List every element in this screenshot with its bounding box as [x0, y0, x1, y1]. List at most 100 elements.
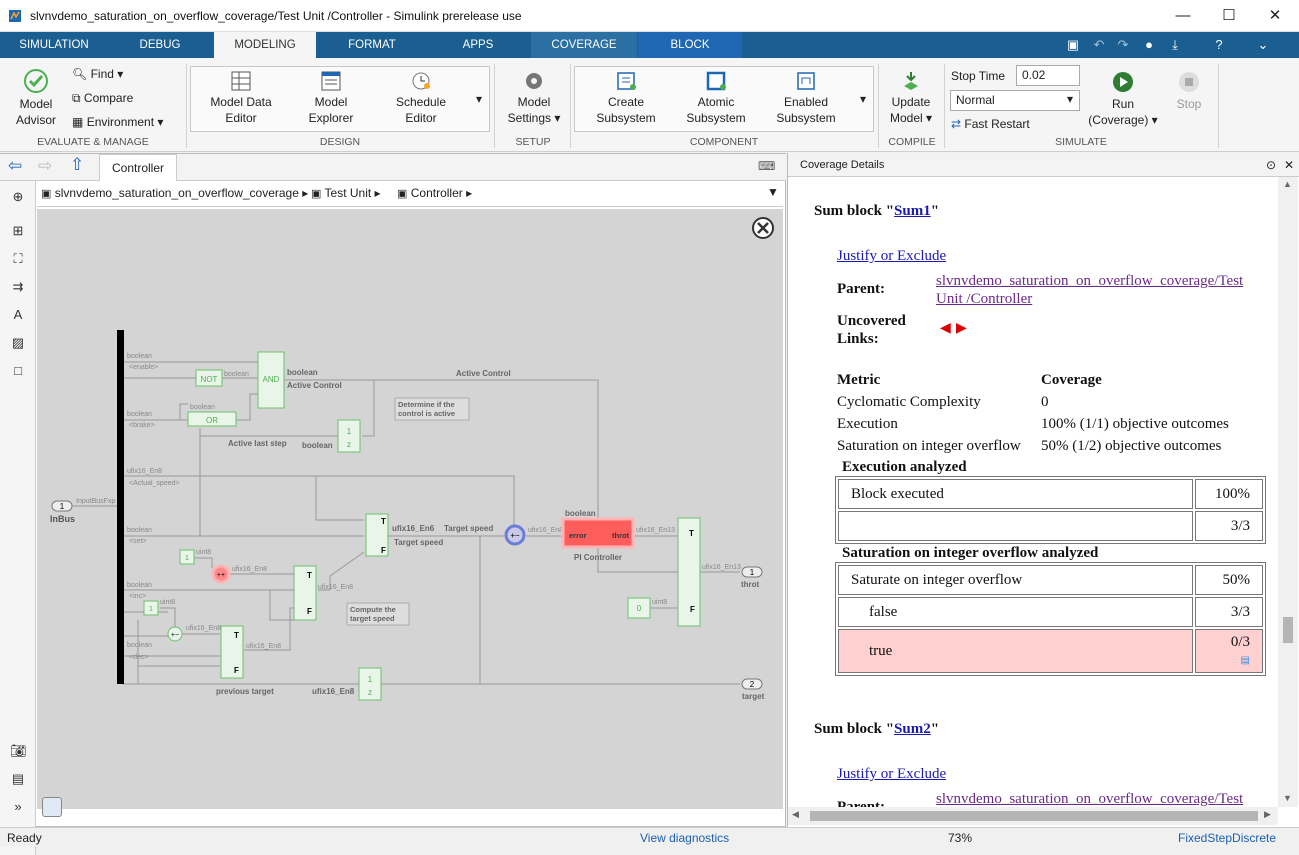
model-explorer-button[interactable]: Model Explorer [296, 70, 366, 126]
stop-time-label: Stop Time [951, 69, 1006, 83]
property-inspector-icon[interactable]: ▤ [10, 771, 26, 787]
help-dropdown-icon[interactable]: ⤓ [1164, 32, 1186, 58]
tab-debug[interactable]: DEBUG [112, 32, 208, 58]
parent-link[interactable]: slvnvdemo_saturation_on_overflow_coverag… [936, 790, 1271, 807]
tab-format[interactable]: FORMAT [322, 32, 422, 58]
scroll-down-icon[interactable]: ▼ [1283, 793, 1292, 803]
table-cell: 0/3 ▤ [1195, 629, 1263, 673]
image-icon[interactable]: ▨ [10, 335, 26, 351]
heading-text: Sum block " [814, 203, 895, 219]
breadcrumb-item-model[interactable]: ▣ slvnvdemo_saturation_on_overflow_cover… [41, 186, 308, 200]
signal-label: boolean [127, 353, 152, 360]
model-data-editor-button[interactable]: Model Data Editor [204, 70, 278, 126]
group-label-design: DESIGN [319, 136, 361, 148]
tab-apps[interactable]: APPS [428, 32, 528, 58]
justify-exclude-link[interactable]: Justify or Exclude [837, 248, 946, 265]
scrollbar-thumb[interactable] [1283, 617, 1293, 643]
back-arrow-icon[interactable]: ⇦ [8, 156, 22, 176]
area-icon[interactable]: □ [10, 363, 26, 379]
switch-dec[interactable] [220, 625, 244, 679]
enabled-subsystem-button[interactable]: Enabled Subsystem [770, 70, 842, 126]
uncovered-detail-icon[interactable]: ▤ [1241, 655, 1250, 666]
screenshot-icon[interactable]: 📷︎ [10, 743, 27, 759]
schedule-editor-button[interactable]: Schedule Editor [384, 70, 458, 126]
magnifier-icon: 🔍︎ [72, 67, 88, 81]
atomic-subsystem-button[interactable]: Atomic Subsystem [680, 70, 752, 126]
tab-coverage[interactable]: COVERAGE [531, 32, 637, 58]
view-diagnostics-link[interactable]: View diagnostics [640, 828, 729, 848]
save-icon[interactable]: ▣ [1062, 32, 1084, 58]
switch-inc[interactable] [293, 565, 317, 621]
minimize-button[interactable]: — [1160, 0, 1206, 32]
horizontal-scrollbar[interactable]: ◀ ▶ [788, 807, 1278, 825]
vertical-scrollbar[interactable]: ▲ ▼ [1278, 177, 1298, 807]
simulation-mode-select[interactable]: Normal ▾ [950, 90, 1080, 111]
block-link[interactable]: Sum2 [894, 721, 931, 737]
bus-selector[interactable] [117, 330, 124, 684]
breadcrumb-dropdown-icon[interactable]: ▼ [767, 185, 779, 199]
create-subsystem-button[interactable]: Create Subsystem [590, 70, 662, 126]
annotation-icon[interactable]: A [10, 307, 26, 323]
run-button[interactable]: Run (Coverage) ▾ [1084, 70, 1162, 128]
redo-icon[interactable]: ↷ [1112, 32, 1134, 58]
signal-label: ufix16_En13 [702, 564, 741, 571]
record-icon[interactable]: ● [1138, 32, 1160, 58]
create-subsystem-label: Create Subsystem [596, 95, 656, 125]
table-cell: Block executed [838, 479, 1193, 509]
forward-arrow-icon[interactable]: ⇨ [38, 156, 52, 176]
model-browser-icon[interactable] [42, 797, 62, 817]
tab-controller[interactable]: Controller [99, 154, 178, 181]
scroll-left-icon[interactable]: ◀ [792, 809, 799, 820]
scroll-right-icon[interactable]: ▶ [1264, 809, 1271, 820]
keyboard-icon[interactable]: ⌨ [758, 159, 775, 173]
find-button[interactable]: 🔍︎ Find ▾ [72, 67, 123, 81]
breadcrumb-item-controller[interactable]: ▣ Controller ▸ [397, 186, 472, 200]
block-name: Target speed [394, 538, 443, 547]
design-more-icon[interactable]: ▾ [476, 92, 482, 106]
panel-menu-icon[interactable]: ⊙ [1266, 153, 1276, 177]
undo-icon[interactable]: ↶ [1088, 32, 1110, 58]
maximize-button[interactable]: ☐ [1206, 0, 1252, 32]
panel-close-icon[interactable]: ✕ [1284, 153, 1294, 177]
signal-label: boolean [190, 404, 215, 411]
annotation-text: Compute the [350, 605, 396, 614]
breadcrumb-item-test-unit[interactable]: ▣ Test Unit ▸ [311, 186, 381, 200]
help-icon[interactable]: ? [1208, 32, 1230, 58]
compare-icon: ⧉ [72, 91, 81, 105]
compare-button[interactable]: ⧉ Compare [72, 91, 133, 106]
outport-number: 2 [750, 680, 755, 689]
previous-uncovered-icon[interactable]: ◀ [940, 320, 951, 337]
tab-simulation[interactable]: SIMULATION [10, 32, 98, 58]
execution-table-title: Execution analyzed [842, 459, 967, 475]
arrow-icon[interactable]: ⇉ [10, 279, 26, 295]
tab-block[interactable]: BLOCK [638, 32, 742, 58]
stop-button[interactable]: Stop [1168, 70, 1210, 112]
environment-label: Environment [86, 115, 155, 129]
next-uncovered-icon[interactable]: ▶ [956, 320, 967, 337]
solver-link[interactable]: FixedStepDiscrete [1178, 828, 1276, 848]
component-more-icon[interactable]: ▾ [860, 92, 866, 106]
scrollbar-thumb[interactable] [810, 811, 1258, 821]
stop-time-input[interactable]: 0.02 [1016, 65, 1080, 86]
constant-value: 0 [637, 604, 642, 613]
tab-modeling[interactable]: MODELING [214, 32, 316, 58]
model-settings-button[interactable]: Model Settings ▾ [502, 70, 566, 126]
fit-view-icon[interactable]: ⛶ [10, 251, 26, 267]
expand-icon[interactable]: » [10, 799, 26, 815]
diagram-canvas[interactable]: 1 InBus InputBusFxp boolean <enable> boo… [37, 209, 783, 809]
justify-exclude-link[interactable]: Justify or Exclude [837, 766, 946, 783]
check-circle-icon [24, 69, 48, 93]
parent-link[interactable]: slvnvdemo_saturation_on_overflow_coverag… [936, 272, 1271, 308]
model-advisor-button[interactable]: Model Advisor [8, 68, 64, 128]
hide-explorer-icon[interactable]: ⊕ [10, 189, 26, 205]
update-model-button[interactable]: Update Model ▾ [884, 70, 938, 126]
fast-restart-button[interactable]: ⇄ Fast Restart [951, 117, 1030, 131]
environment-button[interactable]: ▦ Environment ▾ [72, 115, 163, 129]
ribbon-collapse-icon[interactable]: ⌄ [1252, 32, 1274, 58]
up-arrow-icon[interactable]: ⇧ [70, 155, 84, 175]
block-link[interactable]: Sum1 [894, 203, 931, 219]
scroll-up-icon[interactable]: ▲ [1283, 179, 1292, 189]
close-window-button[interactable]: ✕ [1252, 0, 1298, 32]
zoom-icon[interactable]: ⊞ [10, 223, 26, 239]
table-row: 3/3 [838, 511, 1263, 541]
